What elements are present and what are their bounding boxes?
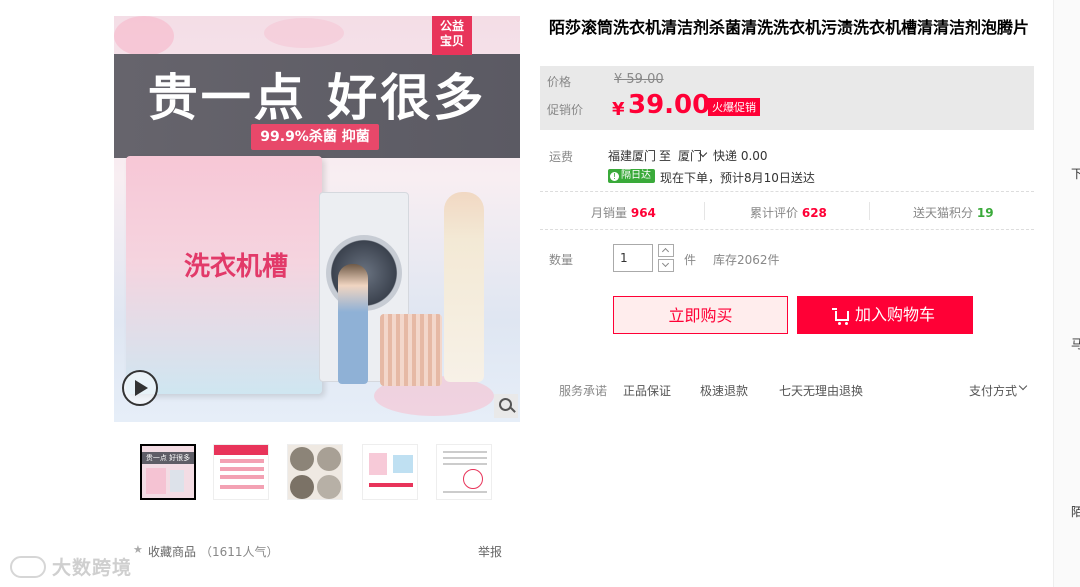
next-day-badge: ! 隔日达 bbox=[608, 169, 655, 183]
service-promise-label: 服务承诺 bbox=[559, 384, 608, 398]
sidebar-char[interactable]: 下 bbox=[1071, 165, 1080, 182]
child-figure bbox=[338, 264, 368, 384]
favorite-button[interactable]: 收藏商品 bbox=[148, 543, 196, 560]
quantity-unit: 件 bbox=[684, 253, 697, 267]
product-box-title: 洗衣机槽 bbox=[184, 252, 289, 282]
image-tagline: 99.9%杀菌 抑菌 bbox=[251, 124, 379, 150]
blossom-decoration bbox=[114, 16, 174, 56]
buy-now-button[interactable]: 立即购买 bbox=[613, 296, 788, 334]
quantity-increase-button[interactable] bbox=[658, 244, 674, 257]
quantity-label: 数量 bbox=[549, 253, 574, 267]
payment-methods-dropdown[interactable]: 支付方式 bbox=[969, 382, 1017, 399]
add-to-cart-button[interactable]: 加入购物车 bbox=[797, 296, 973, 334]
thumbnail-2[interactable] bbox=[213, 444, 269, 500]
woman-figure bbox=[444, 192, 484, 382]
promo-currency: ¥ bbox=[612, 99, 625, 120]
main-product-image[interactable]: 贵一点 好很多 99.9%杀菌 抑菌 公益 宝贝 洗衣机槽 bbox=[114, 16, 520, 422]
tmall-points: 送天猫积分 19 bbox=[913, 206, 994, 220]
cart-icon bbox=[831, 308, 849, 325]
shipping-destination-select[interactable]: 厦门 bbox=[678, 147, 702, 164]
product-title: 陌莎滚筒洗衣机清洁剂杀菌清洗洗衣机污渍洗衣机槽清清洁剂泡腾片 bbox=[549, 18, 1030, 37]
sidebar-char[interactable]: 陌 bbox=[1071, 503, 1080, 520]
thumbnail-1[interactable]: 贵一点 好很多 bbox=[140, 444, 196, 500]
charity-badge: 公益 宝贝 bbox=[432, 16, 472, 55]
shipping-method: 快递 0.00 bbox=[713, 149, 768, 163]
blossom-decoration bbox=[264, 18, 344, 48]
thumbnail-4[interactable] bbox=[362, 444, 418, 500]
service-item-genuine[interactable]: 正品保证 bbox=[623, 382, 671, 399]
promo-price: 39.00 bbox=[628, 90, 711, 120]
play-video-icon[interactable] bbox=[122, 370, 158, 406]
shipping-origin: 福建厦门 bbox=[608, 149, 657, 163]
shipping-label: 运费 bbox=[549, 150, 574, 164]
image-headline: 贵一点 好很多 bbox=[147, 69, 487, 127]
promo-price-label: 促销价 bbox=[547, 103, 584, 117]
zoom-icon[interactable] bbox=[494, 394, 518, 418]
chevron-down-icon[interactable] bbox=[1018, 381, 1028, 391]
laundry-basket bbox=[380, 314, 442, 386]
price-label: 价格 bbox=[547, 75, 572, 89]
monthly-sales: 月销量 964 bbox=[591, 206, 656, 220]
report-link[interactable]: 举报 bbox=[478, 543, 502, 560]
watermark-text: 大数跨境 bbox=[52, 557, 133, 579]
quantity-input[interactable]: 1 bbox=[613, 244, 653, 272]
review-count[interactable]: 累计评价 628 bbox=[750, 204, 827, 221]
star-icon[interactable]: ★ bbox=[133, 543, 143, 556]
favorite-count: （1611人气） bbox=[200, 545, 279, 559]
watermark-logo-icon bbox=[10, 556, 46, 578]
thumbnail-3[interactable] bbox=[287, 444, 343, 500]
stock-count: 库存2062件 bbox=[713, 253, 780, 267]
shipping-to-word: 至 bbox=[659, 149, 672, 163]
sidebar-char[interactable]: 马 bbox=[1071, 335, 1080, 352]
service-item-seven-day-return[interactable]: 七天无理由退换 bbox=[779, 382, 863, 399]
clock-icon: ! bbox=[610, 172, 619, 181]
stats-row: 月销量 964 累计评价 628 送天猫积分 19 bbox=[540, 191, 1034, 230]
original-price: ¥ 59.00 bbox=[614, 72, 664, 87]
quantity-decrease-button[interactable] bbox=[658, 259, 674, 272]
right-sidebar bbox=[1053, 0, 1080, 587]
service-item-fast-refund[interactable]: 极速退款 bbox=[700, 382, 748, 399]
delivery-estimate: 现在下单，预计8月10日送达 bbox=[660, 171, 815, 185]
thumbnail-5[interactable] bbox=[436, 444, 492, 500]
promo-tag: 火爆促销 bbox=[708, 98, 760, 116]
